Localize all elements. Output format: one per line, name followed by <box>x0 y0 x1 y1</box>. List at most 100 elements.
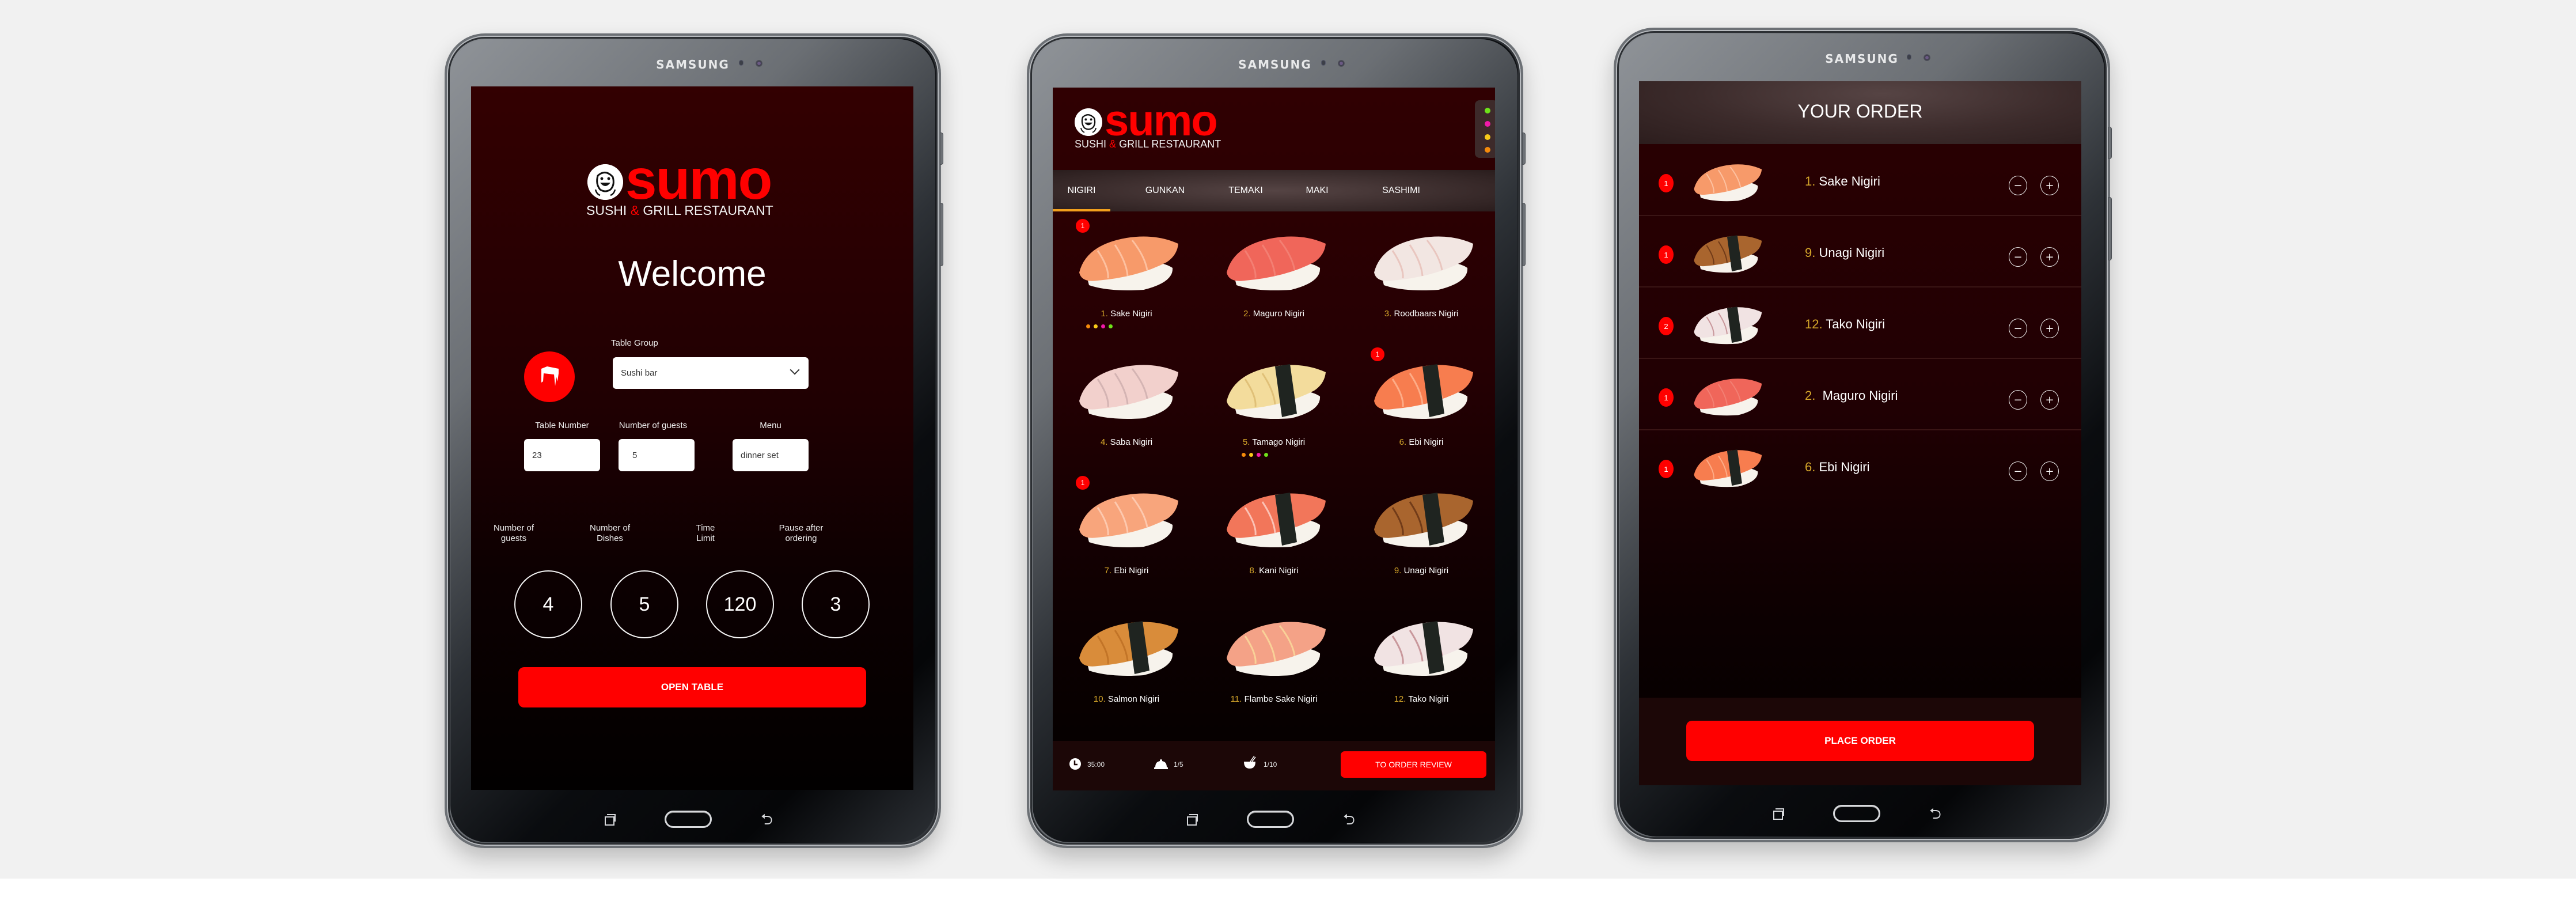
menu-item-name: 10. Salmon Nigiri <box>1053 694 1200 705</box>
redfish-nigiri-image <box>1369 228 1479 294</box>
tab-maki[interactable]: MAKI <box>1291 170 1343 211</box>
open-table-button[interactable]: OPEN TABLE <box>518 667 866 707</box>
table-group-label: Table Group <box>611 338 658 348</box>
menu-item-label: Flambe Sake Nigiri <box>1244 694 1318 704</box>
menu-item-number: 9. <box>1394 566 1402 576</box>
camera-icon <box>756 60 762 67</box>
increase-quantity-button[interactable]: + <box>2040 247 2059 267</box>
tab-gunkan[interactable]: GUNKAN <box>1136 170 1194 211</box>
allergen-tags <box>1086 324 1113 328</box>
stat-label-pause: Pause after ordering <box>779 523 824 543</box>
rounds-value: 1/5 <box>1174 760 1183 769</box>
to-order-review-button[interactable]: TO ORDER REVIEW <box>1341 751 1486 778</box>
order-item-number: 9. <box>1805 245 1816 260</box>
menu-item-name: 12. Tako Nigiri <box>1348 694 1495 705</box>
place-order-button[interactable]: PLACE ORDER <box>1686 721 2034 761</box>
tab-nigiri[interactable]: NIGIRI <box>1053 170 1110 211</box>
clock-icon <box>1069 758 1082 774</box>
order-header: YOUR ORDER <box>1639 81 2081 144</box>
welcome-screen: sumo SUSHI & GRILL RESTAURANT Welcome Ta… <box>471 86 913 790</box>
menu-item-name: 3. Roodbaars Nigiri <box>1348 308 1495 320</box>
decrease-quantity-button[interactable]: − <box>2009 461 2027 481</box>
welcome-title: Welcome <box>618 254 767 294</box>
increase-quantity-button[interactable]: + <box>2040 319 2059 338</box>
sensor-icon <box>1321 60 1326 66</box>
menu-item-name: 2. Maguro Nigiri <box>1200 308 1348 320</box>
menu-item[interactable]: 8. Kani Nigiri <box>1200 476 1348 604</box>
menu-item[interactable]: 4. Saba Nigiri <box>1053 347 1200 475</box>
menu-item[interactable]: 1 6. Ebi Nigiri <box>1348 347 1495 475</box>
tab-temaki[interactable]: TEMAKI <box>1217 170 1274 211</box>
menu-item[interactable]: 1 1. Sake Nigiri <box>1053 219 1200 347</box>
menu-bottom-bar: 35:00 1/5 1/10 TO ORDER REVIEW <box>1053 741 1495 790</box>
back-icon[interactable]: ⮌ <box>761 812 773 827</box>
table-group-select[interactable]: Sushi bar <box>613 357 809 389</box>
menu-item[interactable]: 1 7. Ebi Nigiri <box>1053 476 1200 604</box>
recent-apps-icon[interactable] <box>605 814 616 826</box>
tag-dot <box>1242 453 1246 457</box>
quantity-badge: 1 <box>1076 476 1090 490</box>
menu-item-label: Salmon Nigiri <box>1107 694 1160 704</box>
menu-item-number: 2. <box>1243 309 1251 319</box>
menu-item[interactable]: 10. Salmon Nigiri <box>1053 604 1200 732</box>
flambe-salmon-nigiri-image <box>1222 613 1331 679</box>
logo: sumo SUSHI & GRILL RESTAURANT <box>586 150 805 228</box>
shrimp-nigiri-image <box>1075 485 1184 551</box>
home-button[interactable] <box>1247 811 1294 828</box>
shrimp-nori-nigiri-image <box>1691 444 1766 495</box>
volume-button <box>2108 127 2112 159</box>
sumo-mascot-icon <box>587 164 623 200</box>
stat-dishes: 5 <box>610 570 678 638</box>
menu-item-number: 4. <box>1100 437 1108 447</box>
order-row: 1 9. Unagi Nigiri − + <box>1639 217 2081 287</box>
menu-item[interactable]: 9. Unagi Nigiri <box>1348 476 1495 604</box>
decrease-quantity-button[interactable]: − <box>2009 319 2027 338</box>
increase-quantity-button[interactable]: + <box>2040 390 2059 410</box>
power-button <box>2108 197 2112 260</box>
chevron-down-icon <box>790 365 800 375</box>
power-button <box>940 203 943 266</box>
back-icon[interactable]: ⮌ <box>1343 812 1355 827</box>
menu-item-name: 4. Saba Nigiri <box>1053 437 1200 448</box>
decrease-quantity-button[interactable]: − <box>2009 247 2027 267</box>
menu-item-name: 5. Tamago Nigiri <box>1200 437 1348 448</box>
tag-dot <box>1086 324 1090 328</box>
tag-dot <box>1101 324 1105 328</box>
logo-word: sumo <box>625 147 772 211</box>
home-button[interactable] <box>1833 805 1880 822</box>
menu-item[interactable]: 12. Tako Nigiri <box>1348 604 1495 732</box>
decrease-quantity-button[interactable]: − <box>2009 176 2027 195</box>
menu-input[interactable]: dinner set <box>733 439 809 471</box>
power-button <box>1522 203 1526 266</box>
tab-sashimi[interactable]: SASHIMI <box>1369 170 1433 211</box>
menu-item-label: Tako Nigiri <box>1408 694 1449 704</box>
increase-quantity-button[interactable]: + <box>2040 461 2059 481</box>
menu-item[interactable]: 3. Roodbaars Nigiri <box>1348 219 1495 347</box>
menu-item[interactable]: 11. Flambe Sake Nigiri <box>1200 604 1348 732</box>
guests-input[interactable]: 5 <box>619 439 695 471</box>
recent-apps-icon[interactable] <box>1187 814 1198 826</box>
increase-quantity-button[interactable]: + <box>2040 176 2059 195</box>
recent-apps-icon[interactable] <box>1773 808 1784 820</box>
table-group-value: Sushi bar <box>621 368 658 378</box>
menu-item[interactable]: 5. Tamago Nigiri <box>1200 347 1348 475</box>
table-number-input[interactable]: 23 <box>524 439 600 471</box>
shrimp-nori-nigiri-image <box>1369 356 1479 422</box>
menu-item-name: 7. Ebi Nigiri <box>1053 565 1200 577</box>
order-title: YOUR ORDER <box>1797 101 1923 122</box>
order-item-number: 6. <box>1805 460 1816 474</box>
category-tabs: NIGIRI GUNKAN TEMAKI MAKI SASHIMI <box>1053 170 1495 211</box>
menu-item-number: 10. <box>1093 694 1106 704</box>
table-number-label: Table Number <box>535 421 589 430</box>
menu-item[interactable]: 2. Maguro Nigiri <box>1200 219 1348 347</box>
samsung-brand: SAMSUNG <box>1825 52 1899 66</box>
decrease-quantity-button[interactable]: − <box>2009 390 2027 410</box>
back-icon[interactable]: ⮌ <box>1929 807 1941 822</box>
bowl-chopsticks-icon <box>1243 755 1257 773</box>
menu-item-number: 7. <box>1104 566 1112 576</box>
home-button[interactable] <box>665 811 712 828</box>
samsung-brand: SAMSUNG <box>656 58 730 71</box>
eel-nigiri-image <box>1691 229 1766 281</box>
menu-item-label: Saba Nigiri <box>1110 437 1153 447</box>
menu-item-label: Kani Nigiri <box>1259 566 1299 576</box>
